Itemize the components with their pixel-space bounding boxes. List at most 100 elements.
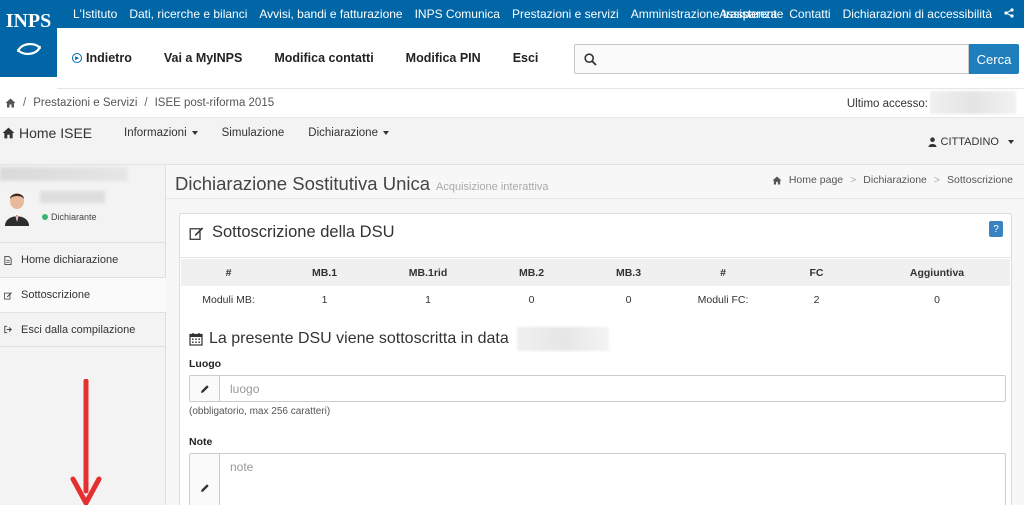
breadcrumb: / Prestazioni e Servizi / ISEE post-rifo… — [0, 89, 1024, 118]
pencil-icon — [190, 376, 220, 401]
table-row: Moduli MB: 1 1 0 0 Moduli FC: 2 0 — [181, 286, 1010, 313]
page-title: Dichiarazione Sostitutiva Unica Acquisizi… — [175, 173, 549, 195]
table-header-row: # MB.1 MB.1rid MB.2 MB.3 # FC Aggiuntiva — [181, 259, 1010, 286]
help-button[interactable]: ? — [989, 221, 1003, 237]
menu-dichiarazione-label: Dichiarazione — [308, 127, 378, 139]
sign-out-icon — [4, 325, 12, 334]
table-header: MB.3 — [580, 259, 677, 286]
status-dot-icon — [42, 214, 48, 220]
top-link-prestazioni[interactable]: Prestazioni e servizi — [512, 7, 619, 21]
main-navbar: ▸ Indietro Vai a MyINPS Modifica contatt… — [57, 28, 1024, 89]
table-header: # — [677, 259, 769, 286]
edit-pin-link[interactable]: Modifica PIN — [406, 51, 481, 65]
signature-date-redacted — [516, 327, 609, 351]
caret-down-icon — [191, 130, 198, 135]
table-header: MB.2 — [483, 259, 580, 286]
table-header: Aggiuntiva — [864, 259, 1010, 286]
panel-title: Sottoscrizione della DSU — [189, 223, 395, 242]
note-textarea[interactable] — [221, 454, 1005, 505]
crumb-home-page[interactable]: Home page — [789, 174, 843, 186]
myinps-link[interactable]: Vai a MyINPS — [164, 51, 243, 65]
edit-contacts-link[interactable]: Modifica contatti — [274, 51, 373, 65]
caret-down-icon — [1008, 140, 1014, 144]
search-icon — [584, 53, 597, 66]
home-icon — [772, 175, 782, 185]
sottoscrizione-panel: Sottoscrizione della DSU ? # MB.1 MB.1ri… — [179, 213, 1012, 505]
user-menu[interactable]: CITTADINO — [928, 136, 1014, 148]
top-link-contatti[interactable]: Contatti — [789, 7, 830, 21]
sidebar-item-sottoscrizione[interactable]: Sottoscrizione — [0, 277, 166, 312]
note-label: Note — [189, 436, 213, 448]
table-cell: 0 — [934, 293, 940, 306]
table-header: MB.1 — [276, 259, 373, 286]
table-cell: 0 — [625, 293, 632, 306]
last-access-value-redacted — [930, 91, 1016, 114]
logo-mark-icon — [16, 43, 41, 55]
page-subtitle: Acquisizione interattiva — [436, 181, 549, 193]
back-label: Indietro — [86, 51, 132, 65]
fiscal-code-redacted — [0, 167, 128, 181]
home-icon[interactable] — [5, 98, 16, 108]
top-link-accessibilita[interactable]: Dichiarazioni di accessibilità — [843, 7, 992, 21]
calendar-icon — [189, 333, 203, 346]
top-link-istituto[interactable]: L'Istituto — [73, 7, 117, 21]
table-header: # — [181, 259, 276, 286]
signature-date-text: La presente DSU viene sottoscritta in da… — [209, 330, 509, 347]
caret-down-icon — [382, 130, 389, 135]
page-breadcrumb: Home page > Dichiarazione > Sottoscrizio… — [772, 174, 1013, 186]
sidebar-item-home-dichiarazione[interactable]: Home dichiarazione — [0, 242, 166, 277]
home-isee-label: Home ISEE — [19, 125, 93, 141]
inps-logo[interactable]: INPS — [0, 0, 57, 77]
red-arrow-annotation-icon — [70, 379, 102, 505]
logo-text: INPS — [5, 10, 52, 32]
page-title-text: Dichiarazione Sostitutiva Unica — [175, 173, 431, 194]
modules-table: # MB.1 MB.1rid MB.2 MB.3 # FC Aggiuntiva… — [181, 259, 1010, 313]
crumb-dichiarazione[interactable]: Dichiarazione — [863, 174, 927, 186]
user-icon — [928, 137, 937, 147]
table-cell: Moduli MB: — [202, 293, 255, 306]
menu-informazioni[interactable]: Informazioni — [124, 127, 198, 139]
luogo-field-group — [189, 375, 1006, 402]
sidebar-item-label: Esci dalla compilazione — [21, 323, 136, 336]
breadcrumb-item-prestazioni[interactable]: Prestazioni e Servizi — [33, 97, 137, 109]
sidebar-item-label: Home dichiarazione — [21, 254, 119, 266]
last-access-label: Ultimo accesso: — [846, 97, 928, 110]
back-circle-icon: ▸ — [72, 53, 82, 63]
search-input[interactable] — [574, 44, 969, 74]
panel-header: Sottoscrizione della DSU ? — [180, 214, 1011, 258]
share-icon[interactable] — [1004, 7, 1014, 21]
table-cell: Moduli FC: — [697, 293, 749, 306]
sidebar-item-esci[interactable]: Esci dalla compilazione — [0, 312, 166, 347]
crumb-sottoscrizione: Sottoscrizione — [947, 174, 1013, 186]
pencil-icon — [190, 454, 220, 505]
breadcrumb-item-isee[interactable]: ISEE post-riforma 2015 — [155, 97, 275, 109]
table-header: MB.1rid — [373, 259, 483, 286]
luogo-hint: (obbligatorio, max 256 caratteri) — [189, 406, 331, 417]
panel-title-text: Sottoscrizione della DSU — [212, 223, 395, 241]
user-role-label: CITTADINO — [940, 136, 999, 148]
home-isee-link[interactable]: Home ISEE — [2, 125, 92, 141]
top-link-dati[interactable]: Dati, ricerche e bilanci — [129, 7, 247, 21]
table-cell: 1 — [321, 293, 328, 306]
top-link-assistenza[interactable]: Assistenza — [719, 7, 777, 21]
menu-informazioni-label: Informazioni — [124, 127, 187, 139]
edit-icon — [4, 291, 12, 299]
top-links: L'Istituto Dati, ricerche e bilanci Avvi… — [73, 0, 783, 28]
edit-icon — [189, 226, 204, 240]
luogo-label: Luogo — [189, 358, 222, 370]
logout-link[interactable]: Esci — [513, 51, 539, 65]
note-field-group — [189, 453, 1006, 505]
role-label: Dichiarante — [51, 212, 97, 222]
search-button[interactable]: Cerca — [969, 44, 1019, 74]
table-cell: 2 — [813, 293, 820, 306]
menu-dichiarazione[interactable]: Dichiarazione — [308, 127, 389, 139]
luogo-input[interactable] — [221, 376, 1005, 401]
home-icon — [2, 127, 15, 139]
back-button[interactable]: ▸ Indietro — [72, 51, 132, 65]
document-icon — [4, 255, 12, 265]
top-link-comunica[interactable]: INPS Comunica — [415, 7, 500, 21]
avatar — [5, 193, 29, 226]
top-link-avvisi[interactable]: Avvisi, bandi e fatturazione — [259, 7, 402, 21]
menu-simulazione[interactable]: Simulazione — [222, 127, 285, 139]
sidebar-item-label: Sottoscrizione — [21, 289, 91, 301]
